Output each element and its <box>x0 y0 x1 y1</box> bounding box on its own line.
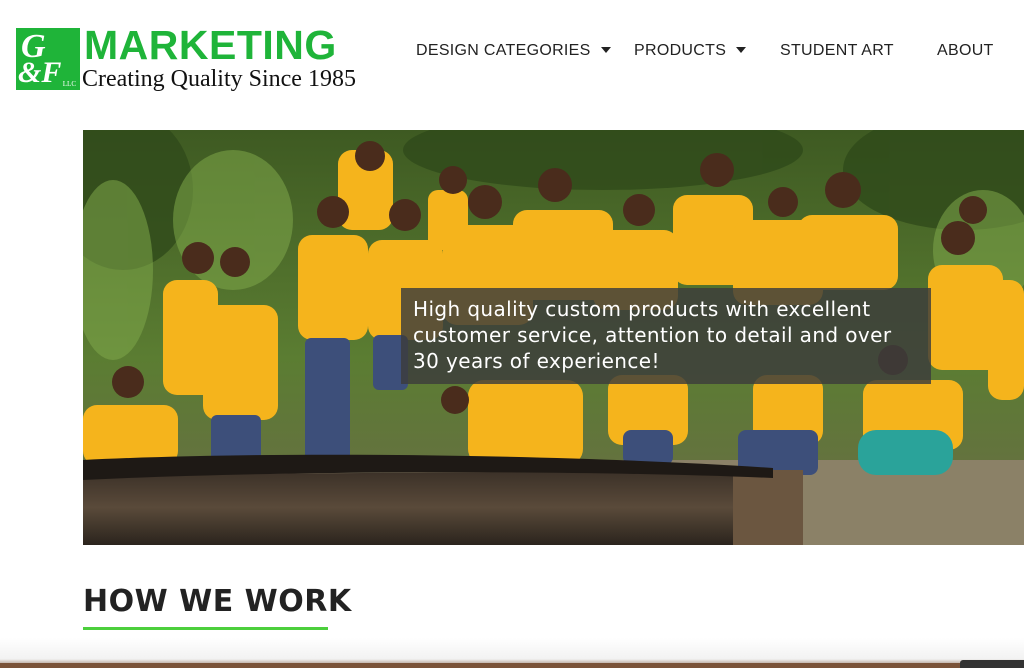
section-title: HOW WE WORK <box>83 584 352 619</box>
logo-badge-llc: LLC <box>62 80 76 88</box>
section-title-underline <box>83 627 328 630</box>
nav-item-label: STUDENT ART <box>780 42 894 59</box>
brand-tagline: Creating Quality Since 1985 <box>82 66 356 92</box>
hero-banner: High quality custom products with excell… <box>83 130 1024 545</box>
nav-item-products[interactable]: PRODUCTS <box>634 40 747 62</box>
main-nav: DESIGN CATEGORIES PRODUCTS STUDENT ART A… <box>0 40 1024 64</box>
hero-caption: High quality custom products with excell… <box>401 288 931 384</box>
nav-item-label: ABOUT <box>937 42 994 59</box>
site-header: G &F LLC MARKETING Creating Quality Sinc… <box>0 0 1024 120</box>
next-section-image-edge <box>0 663 1024 668</box>
nav-item-label: PRODUCTS <box>634 42 727 59</box>
nav-item-design-categories[interactable]: DESIGN CATEGORIES <box>416 40 611 62</box>
caret-down-icon <box>736 46 747 53</box>
nav-item-student-art[interactable]: STUDENT ART <box>780 40 894 62</box>
caret-down-icon <box>600 46 611 53</box>
scroll-to-top-button[interactable] <box>960 660 1024 668</box>
nav-item-about[interactable]: ABOUT <box>937 40 994 62</box>
nav-item-label: DESIGN CATEGORIES <box>416 42 591 59</box>
